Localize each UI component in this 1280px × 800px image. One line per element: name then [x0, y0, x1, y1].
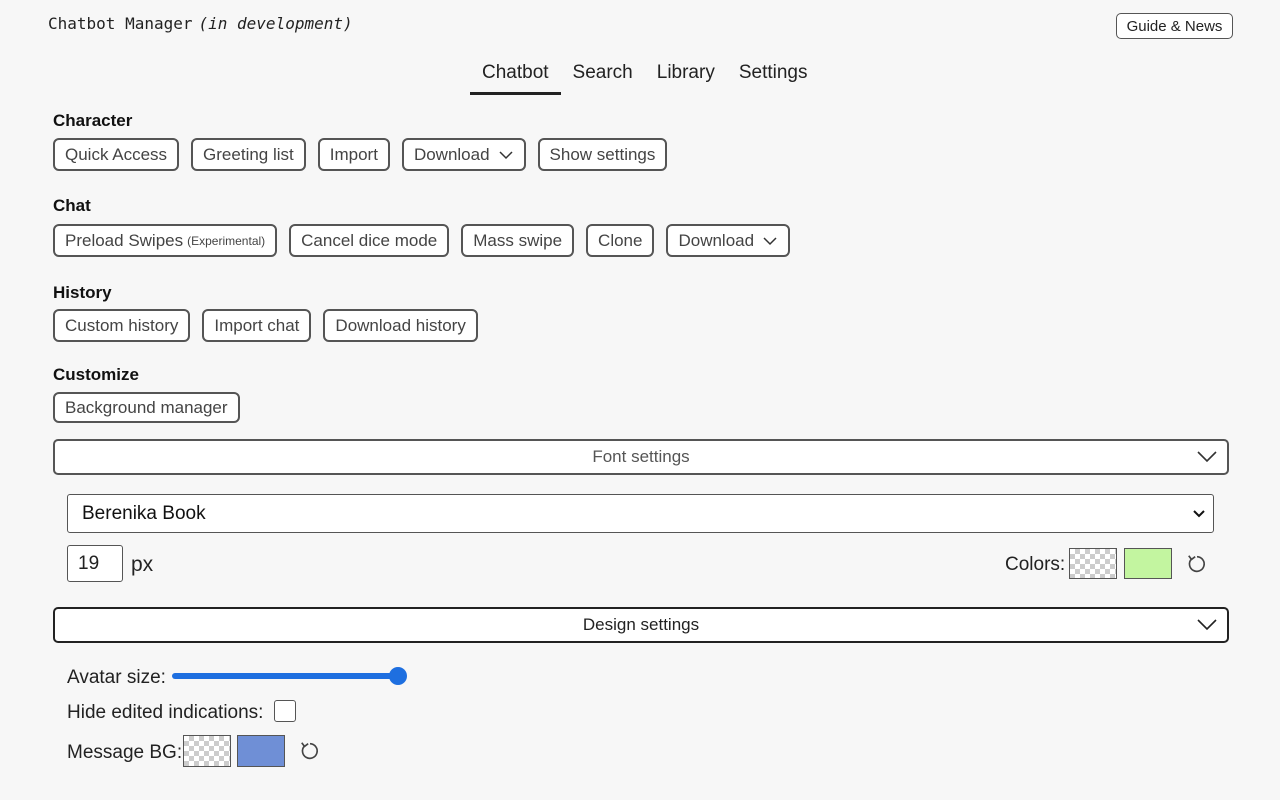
- preload-swipes-button[interactable]: Preload Swipes (Experimental): [53, 224, 278, 257]
- section-history-label: History: [53, 283, 112, 302]
- message-bg-swatch-transparent[interactable]: [183, 735, 231, 767]
- customize-button-row: Background manager: [53, 392, 240, 423]
- colors-label: Colors:: [1005, 554, 1066, 575]
- section-character-label: Character: [53, 111, 133, 130]
- history-button-row: Custom history Import chat Download hist…: [53, 309, 478, 342]
- download-character-label: Download: [413, 144, 490, 164]
- import-character-button[interactable]: Import: [317, 138, 390, 171]
- guide-news-button[interactable]: Guide & News: [1116, 13, 1233, 39]
- import-chat-button[interactable]: Import chat: [202, 309, 312, 342]
- custom-history-button[interactable]: Custom history: [53, 309, 191, 342]
- chat-button-row: Preload Swipes (Experimental) Cancel dice…: [53, 224, 791, 257]
- font-size-input[interactable]: 19: [67, 545, 123, 582]
- clone-button[interactable]: Clone: [586, 224, 655, 257]
- quick-access-button[interactable]: Quick Access: [53, 138, 180, 171]
- background-manager-button[interactable]: Background manager: [53, 392, 240, 423]
- app-title: Chatbot Manager (in development): [48, 14, 353, 33]
- design-settings-accordion[interactable]: Design settings: [53, 607, 1229, 643]
- chevron-down-icon: [1197, 619, 1217, 631]
- font-settings-accordion[interactable]: Font settings: [53, 439, 1229, 475]
- hide-edited-label: Hide edited indications:: [67, 702, 264, 723]
- font-settings-title: Font settings: [592, 447, 690, 466]
- font-color-swatch[interactable]: [1124, 548, 1172, 579]
- message-bg-label: Message BG:: [67, 742, 183, 763]
- app-subtitle: (in development): [198, 14, 353, 33]
- chevron-down-icon: [763, 236, 777, 245]
- main-tabs: Chatbot Search Library Settings: [470, 58, 819, 95]
- font-family-value: Berenika Book: [82, 502, 206, 524]
- avatar-size-label: Avatar size:: [67, 667, 166, 688]
- avatar-size-slider-thumb[interactable]: [389, 667, 407, 685]
- design-settings-title: Design settings: [582, 615, 700, 634]
- font-family-select[interactable]: Berenika Book: [67, 494, 1214, 533]
- tab-search[interactable]: Search: [561, 58, 645, 95]
- greeting-list-button[interactable]: Greeting list: [191, 138, 306, 171]
- section-customize-label: Customize: [53, 365, 139, 384]
- reset-icon[interactable]: [1186, 553, 1208, 575]
- app-title-text: Chatbot Manager: [48, 14, 193, 33]
- mass-swipe-button[interactable]: Mass swipe: [461, 224, 575, 257]
- tab-chatbot[interactable]: Chatbot: [470, 58, 561, 95]
- font-color-swatch-transparent[interactable]: [1069, 548, 1117, 579]
- download-chat-button[interactable]: Download: [666, 224, 791, 257]
- font-size-unit: px: [131, 553, 154, 576]
- experimental-tag: (Experimental): [187, 233, 266, 248]
- chevron-down-icon: [499, 150, 513, 159]
- download-history-button[interactable]: Download history: [323, 309, 478, 342]
- chevron-down-icon: [1197, 451, 1217, 463]
- reset-icon[interactable]: [299, 740, 321, 762]
- cancel-dice-mode-button[interactable]: Cancel dice mode: [289, 224, 450, 257]
- section-chat-label: Chat: [53, 196, 91, 215]
- download-chat-label: Download: [678, 230, 755, 250]
- font-size-value: 19: [78, 552, 100, 574]
- character-button-row: Quick Access Greeting list Import Downlo…: [53, 138, 668, 171]
- tab-library[interactable]: Library: [645, 58, 727, 95]
- tab-settings[interactable]: Settings: [727, 58, 820, 95]
- show-settings-button[interactable]: Show settings: [537, 138, 668, 171]
- avatar-size-slider-track[interactable]: [172, 673, 398, 679]
- preload-swipes-label: Preload Swipes: [65, 230, 184, 250]
- chevron-down-icon: [1193, 510, 1205, 518]
- download-character-button[interactable]: Download: [401, 138, 526, 171]
- hide-edited-checkbox[interactable]: [274, 700, 296, 722]
- message-bg-swatch[interactable]: [237, 735, 285, 767]
